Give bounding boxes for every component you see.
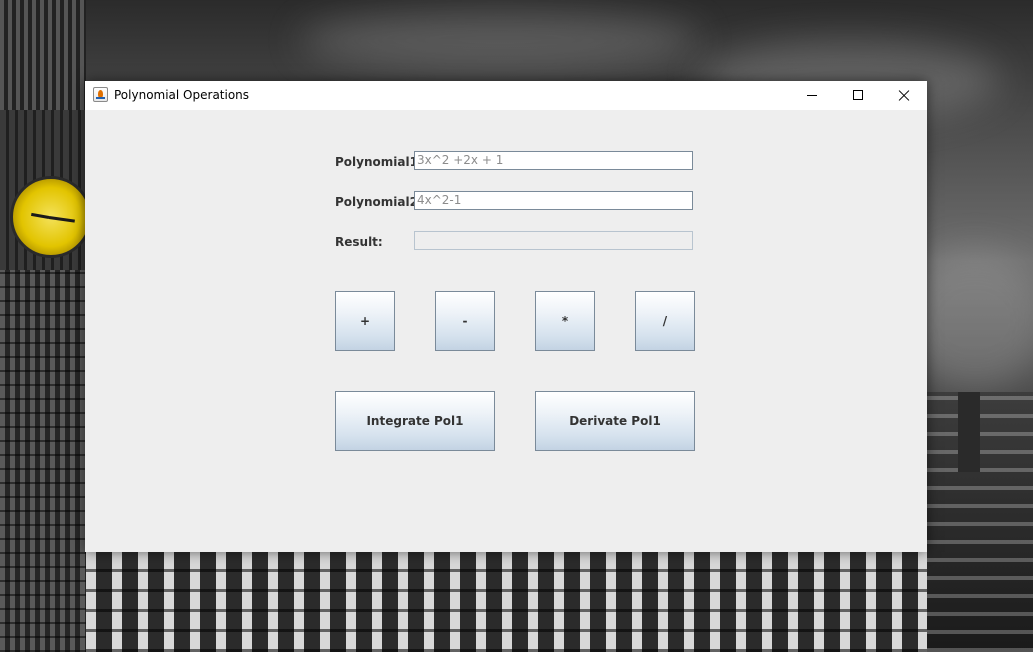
integrate-button[interactable]: Integrate Pol1 [335,391,495,451]
minimize-button[interactable] [789,81,835,110]
city-building [927,392,1033,652]
derivate-button[interactable]: Derivate Pol1 [535,391,695,451]
clock-face [10,176,92,258]
polynomial1-input[interactable]: 3x^2 +2x + 1 [414,151,693,170]
clock-hand [48,216,75,223]
title-bar[interactable]: Polynomial Operations [85,81,927,110]
add-button[interactable]: + [335,291,395,351]
window-title: Polynomial Operations [114,88,250,102]
clock-tower-top [0,0,86,110]
subtract-button[interactable]: - [435,291,495,351]
clock-hand [31,212,50,219]
clock-tower-lower [0,270,86,652]
minimize-icon [807,95,817,96]
polynomial1-label: Polynomial1: [335,155,423,169]
polynomial2-label: Polynomial2: [335,195,423,209]
result-field [414,231,693,250]
close-button[interactable] [881,81,927,110]
result-label: Result: [335,235,383,249]
city-tower [958,392,980,472]
sky-cloud [300,10,700,70]
multiply-button[interactable]: * [535,291,595,351]
desktop-background: Polynomial Operations Polynomial1: 3x^2 … [0,0,1033,652]
divide-button[interactable]: / [635,291,695,351]
java-app-icon[interactable] [93,87,108,102]
close-icon [897,89,911,103]
city-skyline [86,552,1033,652]
maximize-icon [853,90,863,100]
polynomial-operations-window: Polynomial Operations Polynomial1: 3x^2 … [85,81,927,552]
polynomial2-input[interactable]: 4x^2-1 [414,191,693,210]
maximize-button[interactable] [835,81,881,110]
